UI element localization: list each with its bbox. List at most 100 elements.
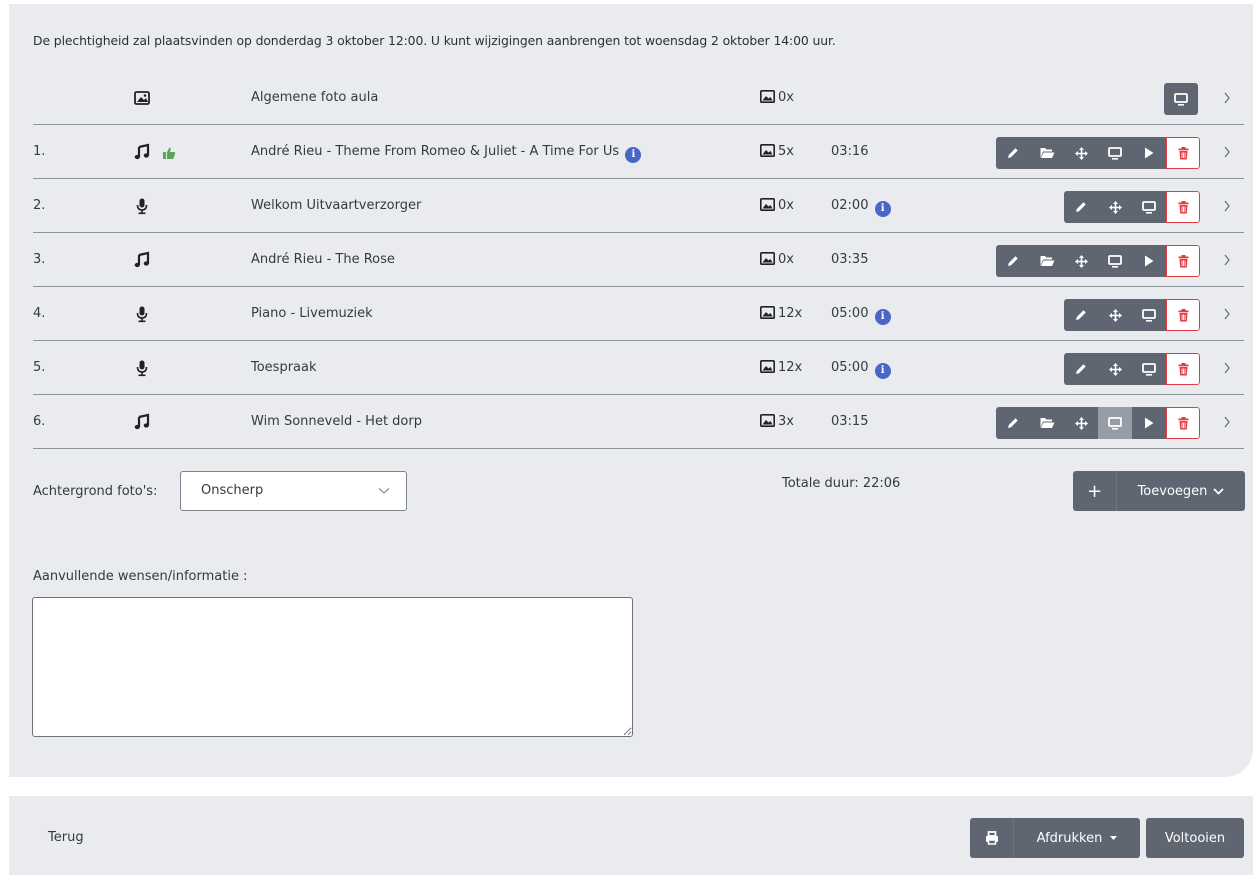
pencil-icon xyxy=(1008,148,1018,158)
move-icon xyxy=(1108,308,1122,322)
screen-button[interactable] xyxy=(1098,137,1132,169)
chevron-right-icon[interactable] xyxy=(1222,306,1232,322)
move-button[interactable] xyxy=(1098,191,1132,223)
row-duration: 05:00 i xyxy=(831,341,891,395)
row-photo-count[interactable]: 3x xyxy=(760,395,794,449)
program-row: 6. Wim Sonneveld - Het dorp 3x 03:15 xyxy=(33,395,1244,449)
move-button[interactable] xyxy=(1098,299,1132,331)
row-title: Piano - Livemuziek xyxy=(251,306,373,321)
photo-count-icon xyxy=(760,198,775,211)
play-button[interactable] xyxy=(1132,407,1166,439)
info-icon[interactable]: i xyxy=(874,309,891,325)
chevron-right-icon[interactable] xyxy=(1222,414,1232,430)
screen-button[interactable] xyxy=(1132,299,1166,331)
move-button[interactable] xyxy=(1064,407,1098,439)
play-button[interactable] xyxy=(1132,137,1166,169)
add-button-group: + Toevoegen xyxy=(1073,471,1245,511)
move-button[interactable] xyxy=(1064,137,1098,169)
background-photos-select[interactable]: Onscherp xyxy=(180,471,407,511)
open-folder-button[interactable] xyxy=(1030,137,1064,169)
screen-button[interactable] xyxy=(1098,407,1132,439)
move-icon xyxy=(1074,254,1088,268)
monitor-icon xyxy=(1174,92,1188,106)
trash-icon xyxy=(1178,362,1188,375)
edit-button[interactable] xyxy=(1064,353,1098,385)
info-icon[interactable]: i xyxy=(874,201,891,217)
delete-button[interactable] xyxy=(1166,191,1200,223)
microphone-icon xyxy=(136,360,148,377)
row-photo-count[interactable]: 12x xyxy=(760,287,802,341)
microphone-icon xyxy=(136,198,148,215)
delete-button[interactable] xyxy=(1166,299,1200,331)
pencil-icon xyxy=(1008,418,1018,428)
edit-button[interactable] xyxy=(996,407,1030,439)
screen-button[interactable] xyxy=(1098,245,1132,277)
row-photo-count[interactable]: 0x xyxy=(760,179,794,233)
photo-count-icon xyxy=(760,414,775,427)
print-dropdown-button[interactable]: Afdrukken xyxy=(1014,818,1140,858)
edit-button[interactable] xyxy=(1064,299,1098,331)
move-icon xyxy=(1108,362,1122,376)
open-folder-button[interactable] xyxy=(1030,407,1064,439)
back-link[interactable]: Terug xyxy=(48,830,84,845)
add-dropdown-button[interactable]: Toevoegen xyxy=(1117,471,1245,511)
general-photo-count[interactable]: 0x xyxy=(760,71,794,125)
chevron-right-icon[interactable] xyxy=(1222,144,1232,160)
row-number: 3. xyxy=(33,252,46,267)
print-icon-button[interactable] xyxy=(970,818,1014,858)
finish-button[interactable]: Voltooien xyxy=(1146,818,1244,858)
play-icon xyxy=(1145,417,1154,429)
info-icon[interactable]: i xyxy=(625,147,642,163)
chevron-right-icon[interactable] xyxy=(1222,252,1232,268)
trash-icon xyxy=(1178,200,1188,213)
row-photo-count[interactable]: 0x xyxy=(760,233,794,287)
move-button[interactable] xyxy=(1064,245,1098,277)
row-duration: 03:15 xyxy=(831,414,869,429)
chevron-right-icon[interactable] xyxy=(1222,198,1232,214)
row-photo-count[interactable]: 5x xyxy=(760,125,794,179)
trash-icon xyxy=(1178,416,1188,429)
screen-button[interactable] xyxy=(1164,83,1198,115)
print-button-group: Afdrukken xyxy=(970,818,1140,858)
photo-count-icon xyxy=(760,360,775,373)
move-icon xyxy=(1108,200,1122,214)
photo-count-icon xyxy=(760,90,775,103)
add-label: Toevoegen xyxy=(1137,483,1208,499)
move-button[interactable] xyxy=(1098,353,1132,385)
pencil-icon xyxy=(1076,364,1086,374)
music-icon xyxy=(134,251,150,268)
screen-button[interactable] xyxy=(1132,191,1166,223)
pencil-icon xyxy=(1076,310,1086,320)
monitor-icon xyxy=(1108,146,1122,160)
play-icon xyxy=(1145,147,1154,159)
info-icon[interactable]: i xyxy=(874,363,891,379)
chevron-right-icon[interactable] xyxy=(1222,90,1232,106)
edit-button[interactable] xyxy=(1064,191,1098,223)
background-photos-label: Achtergrond foto's: xyxy=(33,484,158,499)
wishes-textarea[interactable] xyxy=(32,597,633,737)
edit-button[interactable] xyxy=(996,245,1030,277)
delete-button[interactable] xyxy=(1166,137,1200,169)
screen-button[interactable] xyxy=(1132,353,1166,385)
delete-button[interactable] xyxy=(1166,407,1200,439)
row-actions xyxy=(996,137,1200,169)
photo-count-icon xyxy=(760,144,775,157)
edit-button[interactable] xyxy=(996,137,1030,169)
row-photo-count[interactable]: 12x xyxy=(760,341,802,395)
general-photo-row: Algemene foto aula 0x xyxy=(33,71,1244,125)
play-icon xyxy=(1145,255,1154,267)
image-icon xyxy=(134,91,150,105)
open-folder-button[interactable] xyxy=(1030,245,1064,277)
program-row: 4. Piano - Livemuziek 12x 05:00 i xyxy=(33,287,1244,341)
chevron-right-icon[interactable] xyxy=(1222,360,1232,376)
folder-open-icon xyxy=(1040,256,1054,266)
play-button[interactable] xyxy=(1132,245,1166,277)
thumbs-up-icon xyxy=(163,147,176,159)
add-plus-button[interactable]: + xyxy=(1073,471,1117,511)
chevron-down-icon xyxy=(1213,487,1225,495)
delete-button[interactable] xyxy=(1166,353,1200,385)
folder-open-icon xyxy=(1040,418,1054,428)
delete-button[interactable] xyxy=(1166,245,1200,277)
row-title: Welkom Uitvaartverzorger xyxy=(251,198,422,213)
music-icon xyxy=(134,413,150,430)
